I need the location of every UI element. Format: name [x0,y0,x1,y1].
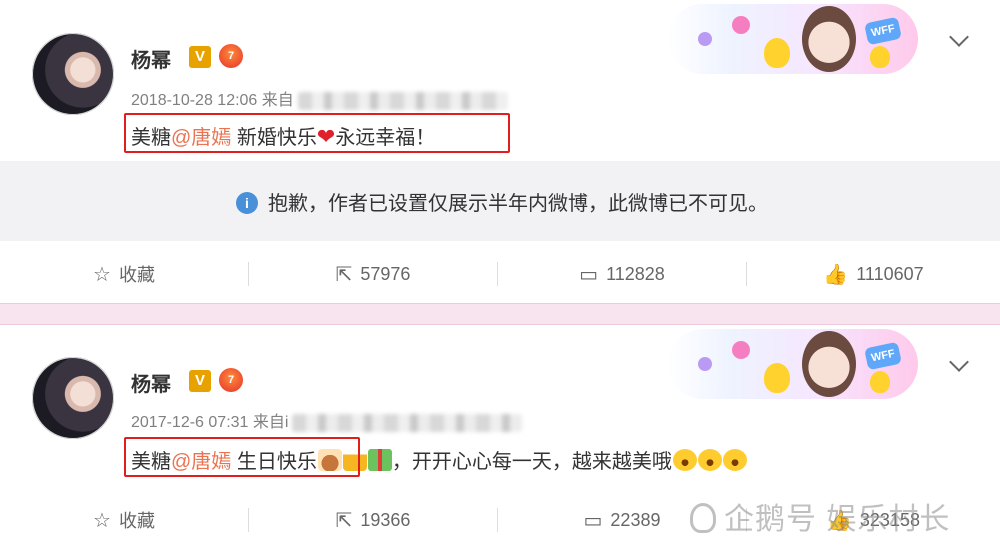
vip-badge-icon: V [189,370,211,392]
decoration-banner: WFF [668,329,918,399]
blurred-source [297,91,508,110]
hidden-post-notice: i 抱歉，作者已设置仅展示半年内微博，此微博已不可见。 [0,161,1000,241]
comment-button[interactable]: ▭ 112828 [498,248,746,300]
shocked-emoji-icon [722,449,747,471]
planet-icon [732,341,750,359]
chick-icon [764,38,790,68]
level-badge-icon: 7 [219,368,243,392]
source-fragment: i [284,414,289,431]
repost-icon: ⇱ [335,263,353,286]
highlight-box [124,113,510,153]
like-count: 1110607 [856,263,924,284]
like-button[interactable]: 👍 1110607 [747,248,1000,300]
planet-icon [732,16,750,34]
source-label: 来自 [261,92,294,109]
blurred-source [292,413,523,432]
timestamp[interactable]: 2017-12-6 07:31 [131,414,248,431]
repost-button[interactable]: ⇱ 57976 [249,248,497,300]
star-icon: ☆ [93,263,111,286]
shocked-emoji-icon [697,449,722,471]
timestamp[interactable]: 2018-10-28 12:06 [131,92,257,109]
source-label: 来自 [252,414,285,431]
wff-tag: WFF [864,341,902,371]
decoration-banner: WFF [668,4,918,74]
info-icon: i [236,192,258,214]
repost-button[interactable]: ⇱ 19366 [249,494,497,546]
favorite-button[interactable]: ☆ 收藏 [0,494,248,546]
content-text: ，开开心心每一天，越来越美哦 [391,451,672,473]
vip-badge-icon: V [189,46,211,68]
favorite-button[interactable]: ☆ 收藏 [0,248,248,300]
post-separator [0,303,1000,325]
favorite-label: 收藏 [118,511,155,531]
portrait-icon [802,331,856,397]
notice-text: 抱歉，作者已设置仅展示半年内微博，此微博已不可见。 [268,193,768,215]
username[interactable]: 杨幂 [131,368,171,397]
repost-count: 19366 [360,509,411,530]
portrait-icon [802,6,856,72]
username[interactable]: 杨幂 [131,44,171,73]
comment-icon: ▭ [583,509,603,532]
comment-count: 112828 [606,263,665,284]
avatar[interactable] [32,33,114,115]
favorite-label: 收藏 [118,265,155,285]
planet-icon [698,357,712,371]
action-bar: ☆ 收藏 ⇱ 57976 ▭ 112828 👍 1110607 [0,248,1000,300]
level-badge-icon: 7 [219,44,243,68]
weibo-feed: 杨幂 V 7 2018-10-28 12:06 来自 美糖@唐嫣 新婚快乐❤永远… [0,0,1000,547]
chick-icon [764,363,790,393]
repost-count: 57976 [360,263,411,284]
chevron-down-icon[interactable] [949,352,969,372]
thumbs-up-icon: 👍 [823,263,849,286]
star-icon: ☆ [93,509,111,532]
highlight-box [124,437,360,477]
weibo-post-1: 杨幂 V 7 2018-10-28 12:06 来自 美糖@唐嫣 新婚快乐❤永远… [0,0,1000,303]
repost-icon: ⇱ [335,509,353,532]
chevron-down-icon[interactable] [949,27,969,47]
post-meta: 2017-12-6 07:31 来自i [131,408,523,432]
avatar[interactable] [32,357,114,439]
chick-icon [870,46,890,68]
penguin-logo-icon [690,503,716,533]
comment-count: 22389 [610,509,661,530]
post-meta: 2018-10-28 12:06 来自 [131,86,508,110]
shocked-emoji-icon [672,449,697,471]
chick-icon [870,371,890,393]
gift-emoji-icon [367,449,392,471]
watermark-text: 企鹅号 娱乐村长 [724,503,951,536]
wff-tag: WFF [864,16,902,46]
planet-icon [698,32,712,46]
watermark: 企鹅号 娱乐村长 [690,494,950,538]
comment-icon: ▭ [579,263,599,286]
